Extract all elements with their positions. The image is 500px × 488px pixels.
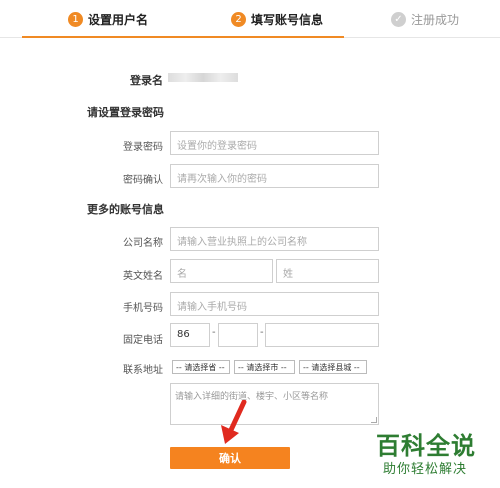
address-detail-placeholder: 请输入详细的街道、楼宇、小区等名称 <box>175 392 329 402</box>
confirm-button[interactable]: 确认 <box>170 447 290 469</box>
english-name-label: 英文姓名 <box>123 271 163 282</box>
phone-separator-2: - <box>260 327 264 338</box>
phone-label: 固定电话 <box>123 335 163 346</box>
city-select-value: -- 请选择市 -- <box>238 363 287 372</box>
phone-area-code-input[interactable]: 86 <box>170 323 210 347</box>
province-select[interactable]: -- 请选择省 -- <box>172 360 230 374</box>
first-name-input[interactable]: 名 <box>170 259 273 283</box>
watermark-title: 百科全说 <box>376 432 476 460</box>
password-input[interactable]: 设置你的登录密码 <box>170 131 379 155</box>
phone-separator-1: - <box>212 327 216 338</box>
step-1-label: 设置用户名 <box>88 13 149 27</box>
check-icon: ✓ <box>391 12 406 27</box>
company-label: 公司名称 <box>123 238 163 249</box>
address-label: 联系地址 <box>123 365 163 376</box>
step-3-label: 注册成功 <box>411 13 460 27</box>
address-detail-textarea[interactable]: 请输入详细的街道、楼宇、小区等名称 <box>170 383 379 425</box>
step-2: 2 填写账号信息 <box>231 11 323 28</box>
red-arrow-icon <box>221 400 247 444</box>
steps-bar: 1 设置用户名 2 填写账号信息 ✓ 注册成功 <box>0 0 500 38</box>
county-select[interactable]: -- 请选择县城 -- <box>299 360 367 374</box>
last-name-input[interactable]: 姓 <box>276 259 379 283</box>
watermark-subtitle: 助你轻松解决 <box>383 462 468 477</box>
step-3: ✓ 注册成功 <box>391 11 459 28</box>
step-1: 1 设置用户名 <box>68 11 148 28</box>
mobile-label: 手机号码 <box>123 303 163 314</box>
confirm-password-input[interactable]: 请再次输入你的密码 <box>170 164 379 188</box>
city-select[interactable]: -- 请选择市 -- <box>234 360 295 374</box>
confirm-password-label: 密码确认 <box>123 175 163 186</box>
phone-number-input[interactable] <box>218 323 258 347</box>
mobile-input[interactable]: 请输入手机号码 <box>170 292 379 316</box>
province-select-value: -- 请选择省 -- <box>176 363 225 372</box>
section-more-title: 更多的账号信息 <box>87 203 164 216</box>
progress-underline <box>22 36 344 38</box>
county-select-value: -- 请选择县城 -- <box>303 363 360 372</box>
step-2-label: 填写账号信息 <box>251 13 324 27</box>
phone-extension-input[interactable] <box>265 323 379 347</box>
password-label: 登录密码 <box>123 142 163 153</box>
section-password-title: 请设置登录密码 <box>87 106 164 119</box>
step-1-number: 1 <box>68 12 83 27</box>
login-name-label: 登录名 <box>130 74 163 87</box>
step-2-number: 2 <box>231 12 246 27</box>
login-name-value-blurred <box>168 73 238 82</box>
resize-handle-icon[interactable] <box>371 417 377 423</box>
company-input[interactable]: 请输入营业执照上的公司名称 <box>170 227 379 251</box>
